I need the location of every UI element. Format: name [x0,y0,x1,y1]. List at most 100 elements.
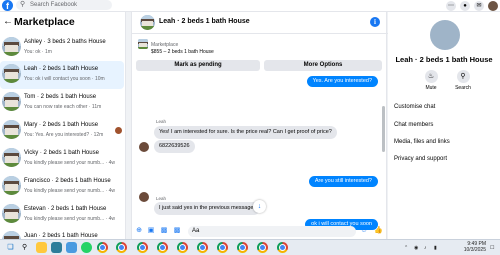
battery-icon[interactable]: ▮ [434,243,437,253]
bell-icon: ♨ [424,70,438,83]
conversation-details-panel: Leah · 2 beds 1 bath House ♨ Mute ⚲ Sear… [388,12,500,239]
avatar[interactable] [488,1,498,11]
sticker-icon[interactable]: ▩ [160,227,168,235]
incoming-message: 6822639526 [154,140,195,153]
like-icon[interactable]: 👍 [374,227,383,235]
conversation-item[interactable]: Vicky · 2 beds 1 bath House You kindly p… [0,145,125,173]
conversation-snippet: You kindly please send your numb... · 4w [24,188,115,194]
chrome-icon[interactable] [237,242,248,253]
bell-icon[interactable]: ✉ [474,1,484,11]
menu-customise-chat[interactable]: Customise chat [394,104,435,110]
clock-date: 10/3/2025 [463,247,486,253]
conversation-item[interactable]: Estevan · 2 beds 1 bath House You kindly… [0,201,125,229]
more-options-button[interactable]: More Options [264,60,382,71]
conversation-snippet: You kindly please send your numb... · 4w [24,216,115,222]
file-explorer-icon[interactable] [36,242,47,253]
search-icon: ⚲ [456,70,470,83]
sender-avatar [139,192,149,202]
volume-icon[interactable]: ♪ [424,243,427,253]
messenger-icon[interactable]: ● [460,1,470,11]
chat-panel: Leah · 2 beds 1 bath House i Marketplace… [131,12,388,239]
listing-thumbnail [2,37,21,56]
conversation-name: Francisco · 2 beds 1 bath House [24,178,111,184]
back-arrow-icon[interactable]: ← [3,17,13,27]
chrome-icon[interactable] [137,242,148,253]
search-button[interactable]: ⚲ Search [450,70,476,91]
menu-chat-members[interactable]: Chat members [394,122,433,128]
conversation-name: Leah · 2 beds 1 bath House [24,66,99,72]
listing-thumbnail [2,92,21,111]
outgoing-message: Are you still interested? [308,176,378,187]
chat-scrollbar[interactable] [382,106,385,152]
top-bar: f ⚲ Search Facebook ⋯ ● ✉ [0,0,500,12]
plus-icon[interactable]: ⊕ [135,227,143,235]
wifi-icon[interactable]: ◉ [414,243,418,253]
listing-thumbnail [2,231,21,239]
conversation-sidebar: ← Marketplace Ashley · 3 beds 2 baths Ho… [0,12,126,239]
top-bar-actions: ⋯ ● ✉ [446,0,498,12]
windows-start-icon[interactable]: ❏ [5,242,16,253]
listing-thumbnail [2,64,21,83]
whatsapp-icon[interactable] [81,242,92,253]
composer: ⊕ ▣ ▩ ▩ Aa ☺ 👍 [132,225,388,239]
mute-button[interactable]: ♨ Mute [418,70,444,91]
sender-name: Leah [156,196,167,201]
chrome-icon[interactable] [116,242,127,253]
chat-title[interactable]: Leah · 2 beds 1 bath House [159,18,250,25]
search-icon[interactable]: ⚲ [22,242,27,253]
message-input[interactable]: Aa [188,226,356,237]
conversation-name: Leah · 2 beds 1 bath House [395,55,493,64]
image-icon[interactable]: ▣ [147,227,155,235]
listing-price[interactable]: $855 – 2 beds 1 bath House [151,49,214,55]
conversation-item[interactable]: Juan · 2 beds 1 bath House [0,228,125,239]
facebook-logo[interactable]: f [2,0,13,11]
chrome-icon[interactable] [177,242,188,253]
chevron-up-icon[interactable]: ⌃ [404,243,408,253]
chrome-icon[interactable] [257,242,268,253]
notification-icon[interactable]: ☐ [490,243,494,253]
scroll-down-arrow-icon[interactable]: ↓ [253,200,266,213]
chrome-icon[interactable] [217,242,228,253]
listing-thumbnail [2,120,21,139]
chrome-icon[interactable] [157,242,168,253]
chrome-icon[interactable] [97,242,108,253]
grid-icon[interactable]: ⋯ [446,1,456,11]
chat-header: Leah · 2 beds 1 bath House i [132,12,388,34]
conversation-item-active[interactable]: Leah · 2 beds 1 bath House You: ok i wil… [0,61,124,89]
chat-avatar[interactable] [140,15,155,30]
conversation-snippet: You: ok i will contact you soon · 10m [24,76,105,82]
sender-name: Leah [156,119,167,124]
menu-privacy-support[interactable]: Privacy and support [394,156,447,162]
conversation-item[interactable]: Mary · 2 beds 1 bath House You: Yes. Are… [0,117,125,145]
conversation-item[interactable]: Francisco · 2 beds 1 bath House You kind… [0,173,125,201]
conversation-name: Vicky · 2 beds 1 bath House [24,150,99,156]
outgoing-message: Yes. Are you interested? [306,76,378,87]
search-placeholder: Search Facebook [30,2,78,8]
search-input[interactable]: ⚲ Search Facebook [16,0,112,10]
conversation-name: Ashley · 3 beds 2 baths House [24,39,106,45]
app-icon[interactable] [66,242,77,253]
conversation-item[interactable]: Ashley · 3 beds 2 baths House You: ok · … [0,34,125,62]
conversation-snippet: You: Yes. Are you interested? · 12m [24,132,104,138]
chrome-icon[interactable] [277,242,288,253]
conversation-name: Tom · 2 beds 1 bath House [24,94,97,100]
system-clock[interactable]: 9:49 PM 10/3/2025 [464,241,486,253]
sidebar-title: Marketplace [14,16,75,28]
mark-as-pending-button[interactable]: Mark as pending [136,60,260,71]
incoming-message: Yes! I am interested for sure. Is the pr… [154,126,337,139]
gif-icon[interactable]: ▩ [173,227,181,235]
conversation-item[interactable]: Tom · 2 beds 1 bath House You can now ra… [0,89,125,117]
listing-thumbnail [2,176,21,195]
conversation-snippet: You kindly please send your numb... · 4w [24,160,115,166]
listing-thumbnail [2,148,21,167]
listing-thumbnail [2,204,21,223]
info-icon[interactable]: i [370,17,380,27]
menu-media-files-links[interactable]: Media, files and links [394,139,450,145]
app-window: f ⚲ Search Facebook ⋯ ● ✉ ← Marketplace … [0,0,500,255]
chrome-icon[interactable] [197,242,208,253]
app-icon[interactable] [51,242,62,253]
listing-thumbnail[interactable] [138,39,148,49]
emoji-icon[interactable]: ☺ [360,227,368,235]
mute-label: Mute [425,85,437,91]
conversation-snippet: You: ok · 1m [24,49,52,55]
